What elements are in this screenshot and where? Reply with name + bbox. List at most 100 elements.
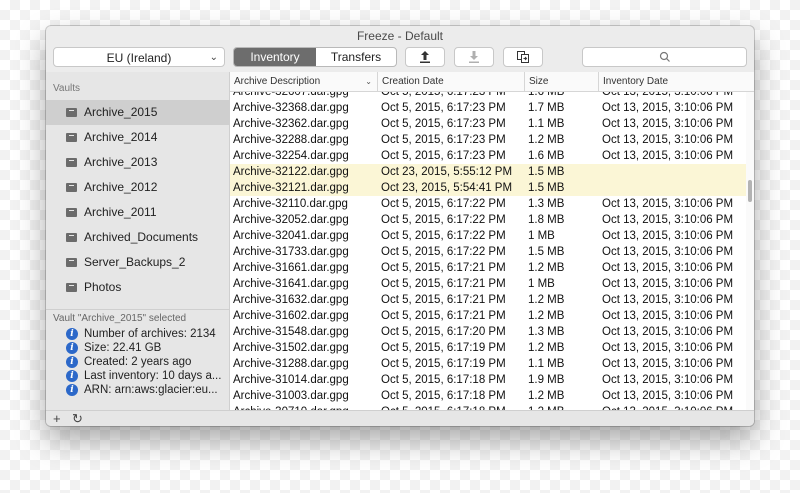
table-row[interactable]: Archive-32110.dar.gpg Oct 5, 2015, 6:17:2… xyxy=(230,196,746,212)
region-select[interactable]: EU (Ireland) ⌄ xyxy=(53,47,225,67)
table-row[interactable]: Archive-31003.dar.gpg Oct 5, 2015, 6:17:1… xyxy=(230,388,746,404)
table-row[interactable]: Archive-31288.dar.gpg Oct 5, 2015, 6:17:1… xyxy=(230,356,746,372)
cell-creation-date: Oct 5, 2015, 6:17:23 PM xyxy=(381,118,506,130)
table-row[interactable]: Archive-32607.dar.gpg Oct 5, 2015, 6:17:2… xyxy=(230,92,746,100)
cell-description: Archive-31661.dar.gpg xyxy=(233,262,349,274)
cell-inventory-date: Oct 13, 2015, 3:10:06 PM xyxy=(602,118,734,130)
table-row[interactable]: Archive-31014.dar.gpg Oct 5, 2015, 6:17:1… xyxy=(230,372,746,388)
cell-inventory-date: Oct 13, 2015, 3:10:06 PM xyxy=(602,390,734,402)
cell-size: 1.2 MB xyxy=(528,390,565,402)
sidebar-item-label: Archive_2011 xyxy=(84,205,157,219)
sidebar-item-photos[interactable]: Photos xyxy=(46,275,230,300)
vertical-scrollbar[interactable] xyxy=(746,92,754,411)
sidebar-item-archive-2012[interactable]: Archive_2012 xyxy=(46,175,230,200)
cell-creation-date: Oct 5, 2015, 6:17:23 PM xyxy=(381,102,506,114)
sort-chevron-icon: ⌄ xyxy=(365,77,372,86)
region-select-label: EU (Ireland) xyxy=(106,51,172,65)
cell-size: 1.7 MB xyxy=(528,102,565,114)
table-row[interactable]: Archive-32288.dar.gpg Oct 5, 2015, 6:17:2… xyxy=(230,132,746,148)
sidebar: Vaults Archive_2015 Archive_2014 Archive… xyxy=(46,72,230,411)
cell-size: 1.5 MB xyxy=(528,182,565,194)
table-row[interactable]: Archive-32121.dar.gpg Oct 23, 2015, 5:54:… xyxy=(230,180,746,196)
cell-description: Archive-31733.dar.gpg xyxy=(233,246,349,258)
table-row[interactable]: Archive-31548.dar.gpg Oct 5, 2015, 6:17:2… xyxy=(230,324,746,340)
table-row[interactable]: Archive-32041.dar.gpg Oct 5, 2015, 6:17:2… xyxy=(230,228,746,244)
table-row[interactable]: Archive-31661.dar.gpg Oct 5, 2015, 6:17:2… xyxy=(230,260,746,276)
cell-size: 1.6 MB xyxy=(528,92,565,98)
view-segmented-control: Inventory Transfers xyxy=(233,47,397,67)
table-row[interactable]: Archive-31632.dar.gpg Oct 5, 2015, 6:17:2… xyxy=(230,292,746,308)
vault-icon xyxy=(66,208,77,217)
cell-inventory-date: Oct 13, 2015, 3:10:06 PM xyxy=(602,102,734,114)
vault-icon xyxy=(66,158,77,167)
app-window: Freeze - Default EU (Ireland) ⌄ Inventor… xyxy=(46,26,754,426)
column-header-description[interactable]: Archive Description ⌄ xyxy=(230,72,378,92)
sidebar-item-label: Archived_Documents xyxy=(84,230,199,244)
cell-size: 1.2 MB xyxy=(528,134,565,146)
sidebar-item-archived-documents[interactable]: Archived_Documents xyxy=(46,225,230,250)
cell-description: Archive-32041.dar.gpg xyxy=(233,230,349,242)
vault-icon xyxy=(66,183,77,192)
info-icon: i xyxy=(66,356,78,368)
refresh-button[interactable]: ↻ xyxy=(72,411,83,426)
table-row[interactable]: Archive-32368.dar.gpg Oct 5, 2015, 6:17:2… xyxy=(230,100,746,116)
cell-description: Archive-32052.dar.gpg xyxy=(233,214,349,226)
tab-inventory[interactable]: Inventory xyxy=(234,48,316,66)
info-icon: i xyxy=(66,384,78,396)
cell-creation-date: Oct 5, 2015, 6:17:22 PM xyxy=(381,198,506,210)
window-title: Freeze - Default xyxy=(356,29,444,43)
table-row[interactable]: Archive-31602.dar.gpg Oct 5, 2015, 6:17:2… xyxy=(230,308,746,324)
sidebar-item-archive-2014[interactable]: Archive_2014 xyxy=(46,125,230,150)
cell-size: 1.8 MB xyxy=(528,214,565,226)
cell-size: 1.3 MB xyxy=(528,326,565,338)
table-row[interactable]: Archive-32254.dar.gpg Oct 5, 2015, 6:17:2… xyxy=(230,148,746,164)
table-row[interactable]: Archive-31641.dar.gpg Oct 5, 2015, 6:17:2… xyxy=(230,276,746,292)
cell-creation-date: Oct 23, 2015, 5:54:41 PM xyxy=(381,182,513,194)
copy-button[interactable] xyxy=(503,47,543,67)
search-field[interactable] xyxy=(582,47,747,67)
sidebar-item-archive-2011[interactable]: Archive_2011 xyxy=(46,200,230,225)
download-button[interactable] xyxy=(454,47,494,67)
tab-transfers[interactable]: Transfers xyxy=(316,48,396,66)
cell-description: Archive-31548.dar.gpg xyxy=(233,326,349,338)
cell-inventory-date: Oct 13, 2015, 3:10:06 PM xyxy=(602,262,734,274)
sidebar-item-archive-2013[interactable]: Archive_2013 xyxy=(46,150,230,175)
sidebar-item-label: Archive_2015 xyxy=(84,105,158,119)
cell-creation-date: Oct 5, 2015, 6:17:22 PM xyxy=(381,246,506,258)
cell-description: Archive-31003.dar.gpg xyxy=(233,390,349,402)
column-header-size[interactable]: Size xyxy=(525,72,599,92)
vault-icon xyxy=(66,258,77,267)
cell-size: 1.2 MB xyxy=(528,310,565,322)
download-icon xyxy=(469,51,479,63)
cell-creation-date: Oct 5, 2015, 6:17:22 PM xyxy=(381,214,506,226)
cell-description: Archive-32110.dar.gpg xyxy=(233,198,348,210)
cell-inventory-date: Oct 13, 2015, 3:10:06 PM xyxy=(602,326,734,338)
cell-creation-date: Oct 5, 2015, 6:17:18 PM xyxy=(381,390,506,402)
vault-icon xyxy=(66,108,77,117)
table-row[interactable]: Archive-32362.dar.gpg Oct 5, 2015, 6:17:2… xyxy=(230,116,746,132)
cell-size: 1.2 MB xyxy=(528,262,565,274)
info-icon: i xyxy=(66,328,78,340)
table-row[interactable]: Archive-31502.dar.gpg Oct 5, 2015, 6:17:1… xyxy=(230,340,746,356)
sidebar-item-label: Photos xyxy=(84,280,122,294)
sidebar-item-archive-2015[interactable]: Archive_2015 xyxy=(46,100,230,125)
table-row[interactable]: Archive-31733.dar.gpg Oct 5, 2015, 6:17:2… xyxy=(230,244,746,260)
cell-description: Archive-32368.dar.gpg xyxy=(233,102,349,114)
add-vault-button[interactable]: + xyxy=(53,411,61,426)
cell-creation-date: Oct 5, 2015, 6:17:23 PM xyxy=(381,150,506,162)
sidebar-item-server-backups-2[interactable]: Server_Backups_2 xyxy=(46,250,230,275)
cell-size: 1.5 MB xyxy=(528,166,565,178)
column-header-creation-date[interactable]: Creation Date xyxy=(378,72,525,92)
sidebar-item-label: Archive_2013 xyxy=(84,155,158,169)
cell-inventory-date: Oct 13, 2015, 3:10:06 PM xyxy=(602,92,734,98)
table-row[interactable]: Archive-32122.dar.gpg Oct 23, 2015, 5:55:… xyxy=(230,164,746,180)
table-body: Archive-32607.dar.gpg Oct 5, 2015, 6:17:2… xyxy=(230,92,746,411)
upload-button[interactable] xyxy=(405,47,445,67)
info-icon: i xyxy=(66,370,78,382)
cell-description: Archive-32288.dar.gpg xyxy=(233,134,349,146)
scrollbar-thumb[interactable] xyxy=(748,180,752,202)
column-header-inventory-date[interactable]: Inventory Date xyxy=(599,72,754,92)
table-row[interactable]: Archive-32052.dar.gpg Oct 5, 2015, 6:17:2… xyxy=(230,212,746,228)
sidebar-item-label: Server_Backups_2 xyxy=(84,255,186,269)
cell-inventory-date: Oct 13, 2015, 3:10:06 PM xyxy=(602,246,734,258)
